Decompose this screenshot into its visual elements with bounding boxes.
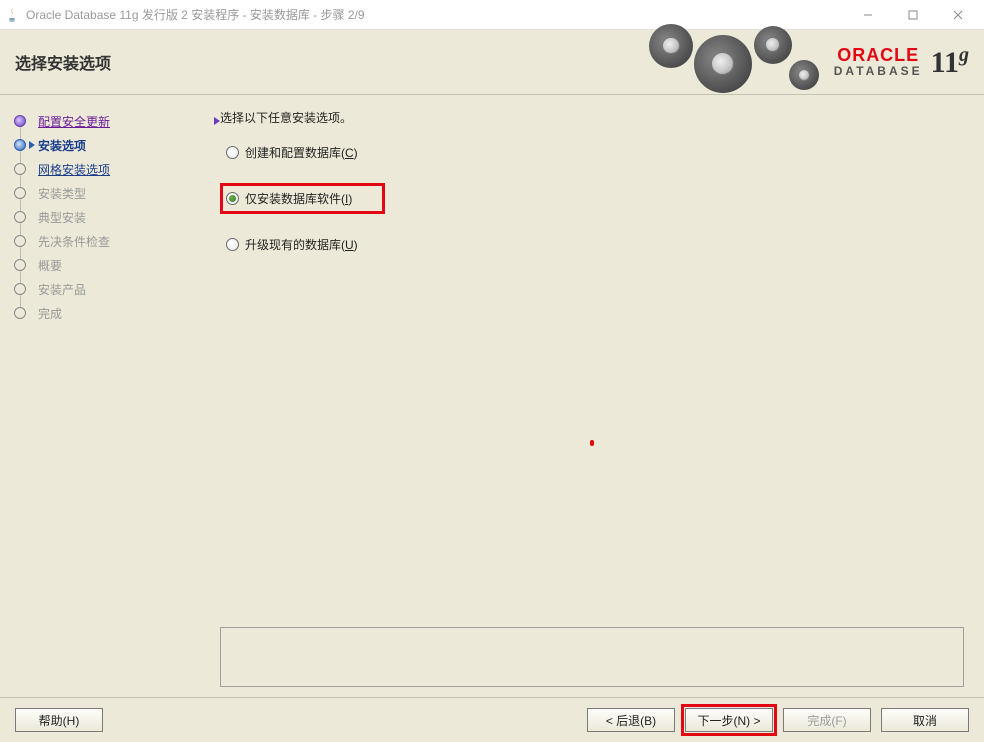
cancel-button[interactable]: 取消 [881, 708, 969, 732]
prompt-text: 选择以下任意安装选项。 [220, 109, 964, 126]
radio-icon [226, 146, 239, 159]
step-prereq-checks: 先决条件检查 [14, 229, 210, 253]
version-mark: 11g [931, 44, 969, 80]
option-install-software-only[interactable]: 仅安装数据库软件(I) [220, 183, 385, 214]
step-bullet-icon [14, 259, 26, 271]
radio-icon [226, 192, 239, 205]
minimize-button[interactable] [845, 0, 890, 30]
step-bullet-icon [14, 115, 26, 127]
step-install-type: 安装类型 [14, 181, 210, 205]
cursor-dot [590, 440, 594, 446]
sidebar: 配置安全更新 安装选项 网格安装选项 安装类型 典型安装 先决条件检查 [0, 95, 210, 697]
option-upgrade-db[interactable]: 升级现有的数据库(U) [220, 234, 964, 255]
step-bullet-icon [14, 307, 26, 319]
next-button[interactable]: 下一步(N) > [685, 708, 773, 732]
step-summary: 概要 [14, 253, 210, 277]
step-finish: 完成 [14, 301, 210, 325]
message-box [220, 627, 964, 687]
step-bullet-icon [14, 235, 26, 247]
header: 选择安装选项 ORACLE DATABASE 11g [0, 30, 984, 95]
step-bullet-icon [14, 187, 26, 199]
radio-label: 创建和配置数据库(C) [245, 144, 358, 161]
step-bullet-icon [14, 163, 26, 175]
radio-label: 仅安装数据库软件(I) [245, 190, 352, 207]
content-panel: 选择以下任意安装选项。 创建和配置数据库(C) 仅安装数据库软件(I) 升级现有… [210, 95, 984, 697]
step-bullet-icon [14, 211, 26, 223]
step-grid-options[interactable]: 网格安装选项 [14, 157, 210, 181]
window-title: Oracle Database 11g 发行版 2 安装程序 - 安装数据库 -… [26, 6, 845, 23]
logo-area: ORACLE DATABASE 11g [639, 30, 984, 94]
main-area: 配置安全更新 安装选项 网格安装选项 安装类型 典型安装 先决条件检查 [0, 95, 984, 697]
maximize-button[interactable] [890, 0, 935, 30]
back-button[interactable]: < 后退(B) [587, 708, 675, 732]
database-wordmark: DATABASE [834, 64, 923, 78]
step-install-product: 安装产品 [14, 277, 210, 301]
finish-button: 完成(F) [783, 708, 871, 732]
radio-label: 升级现有的数据库(U) [245, 236, 358, 253]
oracle-wordmark: ORACLE [834, 46, 923, 64]
step-config-updates[interactable]: 配置安全更新 [14, 109, 210, 133]
close-button[interactable] [935, 0, 980, 30]
step-bullet-icon [14, 283, 26, 295]
oracle-logo: ORACLE DATABASE 11g [834, 44, 969, 80]
option-create-db[interactable]: 创建和配置数据库(C) [220, 142, 964, 163]
step-install-options[interactable]: 安装选项 [14, 133, 210, 157]
step-list: 配置安全更新 安装选项 网格安装选项 安装类型 典型安装 先决条件检查 [14, 109, 210, 325]
titlebar: Oracle Database 11g 发行版 2 安装程序 - 安装数据库 -… [0, 0, 984, 30]
footer: 帮助(H) < 后退(B) 下一步(N) > 完成(F) 取消 [0, 697, 984, 742]
radio-icon [226, 238, 239, 251]
java-icon [4, 7, 20, 23]
gears-graphic [639, 30, 819, 95]
window-controls [845, 0, 980, 30]
page-title: 选择安装选项 [15, 50, 111, 74]
step-bullet-icon [14, 139, 26, 151]
step-typical-install: 典型安装 [14, 205, 210, 229]
help-button[interactable]: 帮助(H) [15, 708, 103, 732]
